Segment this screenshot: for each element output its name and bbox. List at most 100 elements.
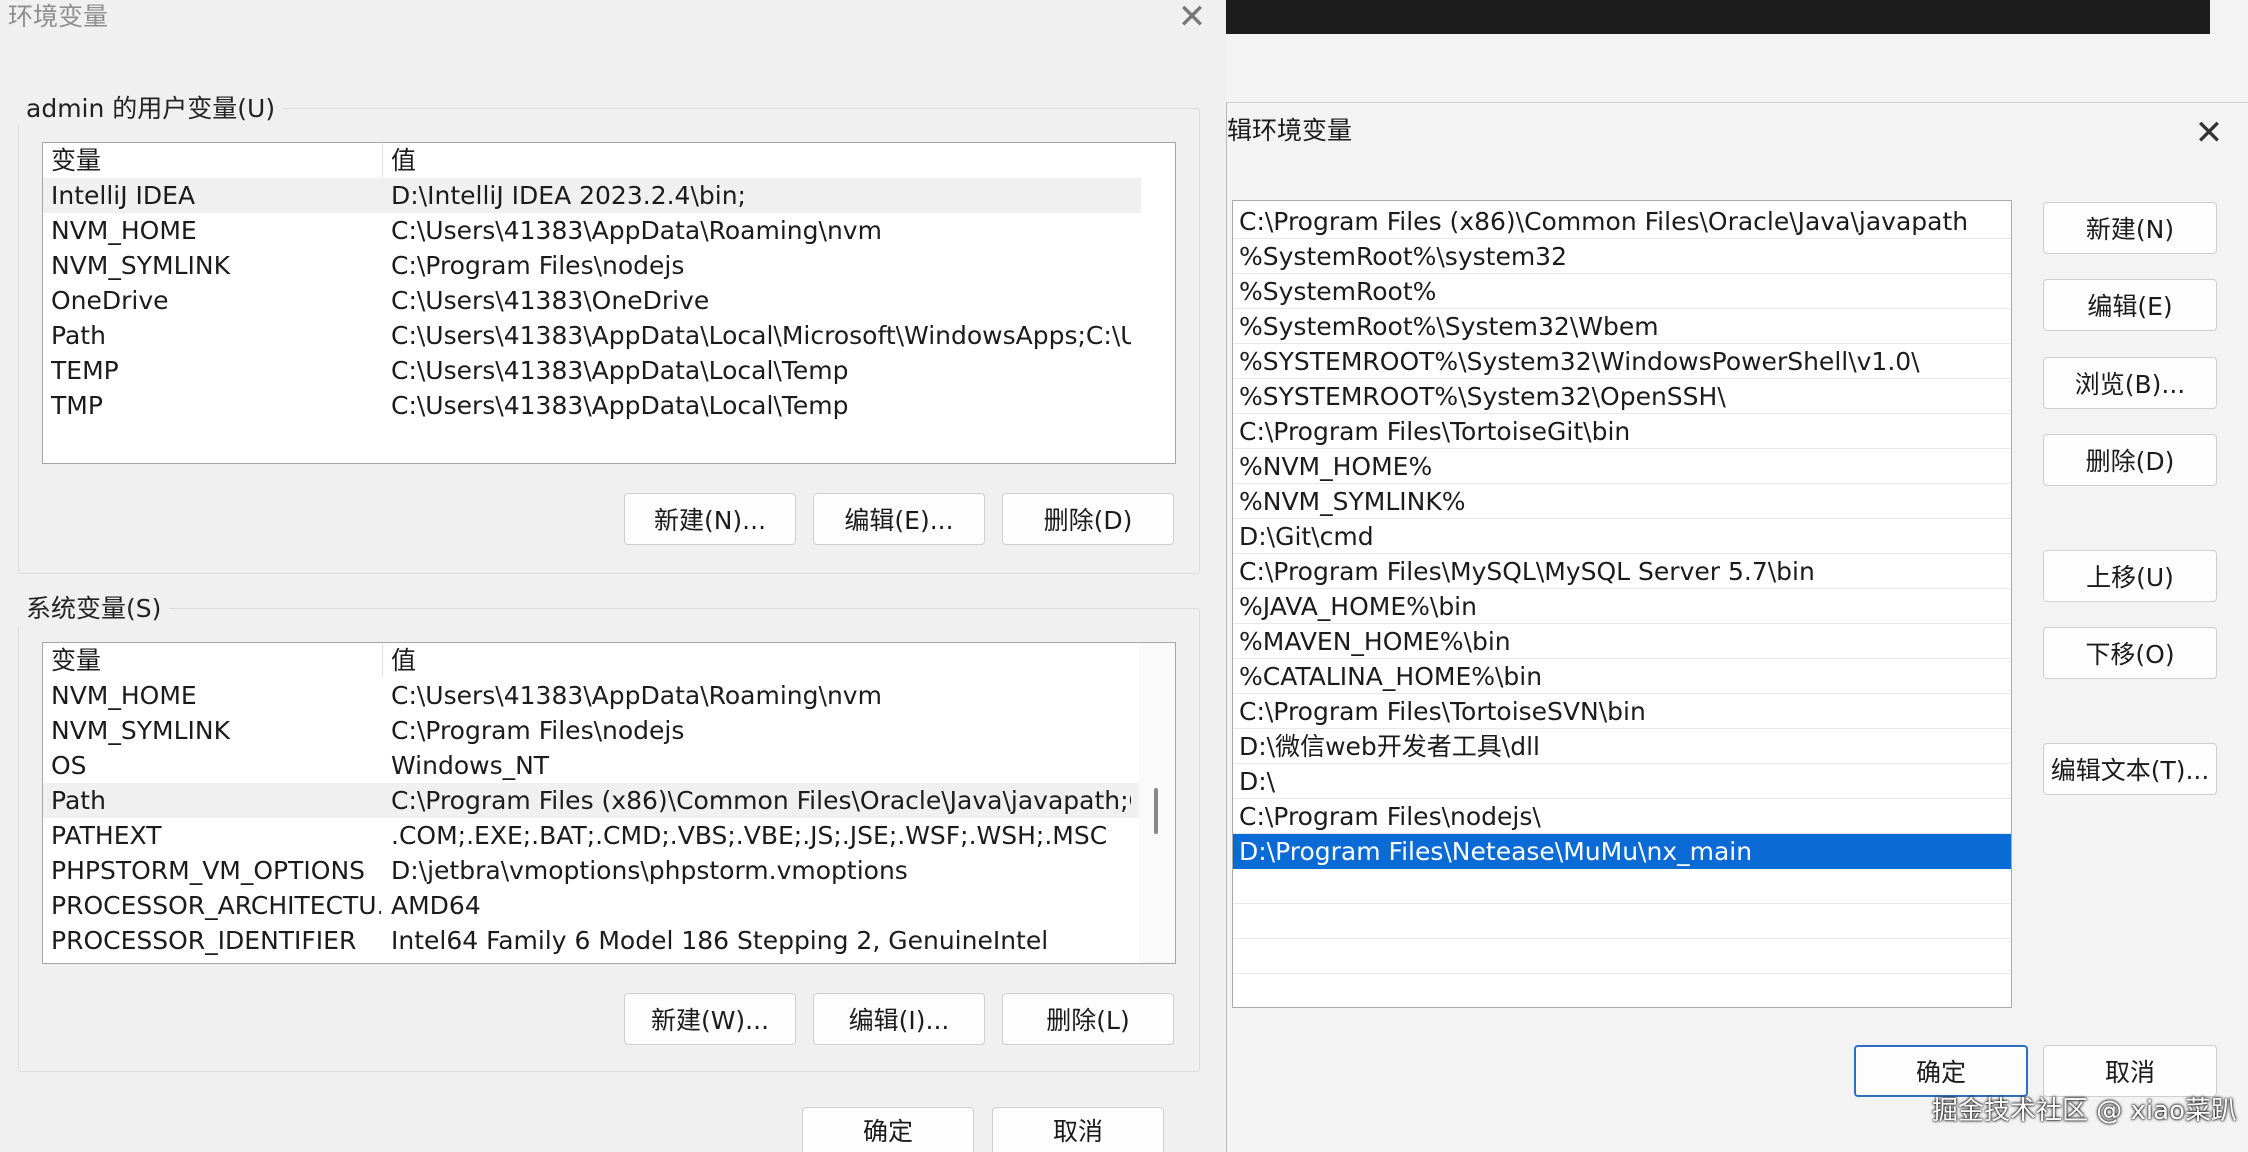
- delete-button[interactable]: 删除(D): [2043, 434, 2217, 486]
- list-item[interactable]: %SystemRoot%\system32: [1233, 239, 2011, 274]
- dialog-title: 辑环境变量: [1227, 116, 1353, 145]
- column-divider[interactable]: [382, 643, 383, 678]
- browse-button[interactable]: 浏览(B)...: [2043, 357, 2217, 409]
- environment-variables-dialog: 环境变量 ✕ admin 的用户变量(U) 变量 值 IntelliJ IDEA…: [0, 0, 1226, 1152]
- column-header-value[interactable]: 值: [391, 643, 1131, 678]
- variable-value: C:\Users\41383\AppData\Local\Microsoft\W…: [391, 321, 1131, 350]
- dialog-title: 环境变量: [8, 2, 109, 31]
- list-item[interactable]: [1233, 869, 2011, 904]
- user-new-button[interactable]: 新建(N)...: [624, 493, 796, 545]
- column-divider[interactable]: [382, 143, 383, 178]
- variable-name: Path: [51, 321, 106, 350]
- list-item[interactable]: D:\Git\cmd: [1233, 519, 2011, 554]
- list-header: 变量 值: [43, 643, 1141, 678]
- scrollbar-thumb[interactable]: [1154, 788, 1158, 834]
- edit-button[interactable]: 编辑(E): [2043, 279, 2217, 331]
- table-row[interactable]: Path C:\Users\41383\AppData\Local\Micros…: [43, 318, 1141, 353]
- ok-button[interactable]: 确定: [802, 1107, 974, 1152]
- close-icon[interactable]: ✕: [1172, 0, 1212, 34]
- column-header-name[interactable]: 变量: [51, 643, 381, 678]
- list-item[interactable]: [1233, 904, 2011, 939]
- list-item[interactable]: %SYSTEMROOT%\System32\WindowsPowerShell\…: [1233, 344, 2011, 379]
- variable-name: IntelliJ IDEA: [51, 181, 196, 210]
- table-row[interactable]: PROCESSOR_IDENTIFIER Intel64 Family 6 Mo…: [43, 923, 1141, 958]
- list-item[interactable]: %NVM_HOME%: [1233, 449, 2011, 484]
- watermark: 掘金技术社区 @ xiao菜趴: [1932, 1096, 2237, 1126]
- list-item[interactable]: %NVM_SYMLINK%: [1233, 484, 2011, 519]
- variable-value: Windows_NT: [391, 751, 550, 780]
- list-item[interactable]: %CATALINA_HOME%\bin: [1233, 659, 2011, 694]
- table-row[interactable]: IntelliJ IDEA D:\IntelliJ IDEA 2023.2.4\…: [43, 178, 1141, 213]
- system-new-button[interactable]: 新建(W)...: [624, 993, 796, 1045]
- user-variables-list[interactable]: 变量 值 IntelliJ IDEA D:\IntelliJ IDEA 2023…: [42, 142, 1176, 464]
- list-item[interactable]: [1233, 939, 2011, 974]
- path-entries-list[interactable]: C:\Program Files (x86)\Common Files\Orac…: [1232, 200, 2012, 1008]
- variable-value: C:\Users\41383\AppData\Local\Temp: [391, 391, 849, 420]
- system-variables-list[interactable]: 变量 值 NVM_HOME C:\Users\41383\AppData\Roa…: [42, 642, 1176, 964]
- system-variables-label: 系统变量(S): [18, 592, 170, 626]
- list-item[interactable]: %SYSTEMROOT%\System32\OpenSSH\: [1233, 379, 2011, 414]
- table-row[interactable]: NVM_HOME C:\Users\41383\AppData\Roaming\…: [43, 678, 1141, 713]
- variable-value: C:\Users\41383\OneDrive: [391, 286, 710, 315]
- variable-value: .COM;.EXE;.BAT;.CMD;.VBS;.VBE;.JS;.JSE;.…: [391, 821, 1108, 850]
- variable-value: D:\jetbra\vmoptions\phpstorm.vmoptions: [391, 856, 908, 885]
- system-delete-button[interactable]: 删除(L): [1002, 993, 1174, 1045]
- variable-value: C:\Program Files\nodejs: [391, 251, 685, 280]
- move-down-button[interactable]: 下移(O): [2043, 627, 2217, 679]
- list-item[interactable]: C:\Program Files\nodejs\: [1233, 799, 2011, 834]
- system-edit-button[interactable]: 编辑(I)...: [813, 993, 985, 1045]
- variable-name: NVM_SYMLINK: [51, 716, 230, 745]
- list-header: 变量 值: [43, 143, 1141, 178]
- list-item[interactable]: %SystemRoot%\System32\Wbem: [1233, 309, 2011, 344]
- table-row[interactable]: OS Windows_NT: [43, 748, 1141, 783]
- user-variables-label: admin 的用户变量(U): [18, 92, 284, 126]
- list-item[interactable]: %MAVEN_HOME%\bin: [1233, 624, 2011, 659]
- variable-name: NVM_HOME: [51, 681, 197, 710]
- table-row[interactable]: Path C:\Program Files (x86)\Common Files…: [43, 783, 1141, 818]
- close-icon[interactable]: ✕: [2187, 111, 2231, 155]
- table-row[interactable]: PATHEXT .COM;.EXE;.BAT;.CMD;.VBS;.VBE;.J…: [43, 818, 1141, 853]
- table-row[interactable]: NVM_SYMLINK C:\Program Files\nodejs: [43, 713, 1141, 748]
- vertical-scrollbar[interactable]: [1139, 643, 1175, 963]
- list-item[interactable]: C:\Program Files (x86)\Common Files\Orac…: [1233, 204, 2011, 239]
- variable-value: C:\Users\41383\AppData\Local\Temp: [391, 356, 849, 385]
- variable-value: C:\Users\41383\AppData\Roaming\nvm: [391, 216, 882, 245]
- column-header-name[interactable]: 变量: [51, 143, 381, 178]
- table-row[interactable]: TMP C:\Users\41383\AppData\Local\Temp: [43, 388, 1141, 423]
- variable-value: C:\Users\41383\AppData\Roaming\nvm: [391, 681, 882, 710]
- list-item[interactable]: C:\Program Files\TortoiseGit\bin: [1233, 414, 2011, 449]
- table-row[interactable]: TEMP C:\Users\41383\AppData\Local\Temp: [43, 353, 1141, 388]
- edit-environment-variable-dialog: 辑环境变量 ✕ C:\Program Files (x86)\Common Fi…: [1226, 102, 2248, 1152]
- variable-value: D:\IntelliJ IDEA 2023.2.4\bin;: [391, 181, 746, 210]
- edit-text-button[interactable]: 编辑文本(T)...: [2043, 743, 2217, 795]
- variable-name: Path: [51, 786, 106, 815]
- variable-value: Intel64 Family 6 Model 186 Stepping 2, G…: [391, 926, 1049, 955]
- variable-value: C:\Program Files (x86)\Common Files\Orac…: [391, 786, 1131, 815]
- move-up-button[interactable]: 上移(U): [2043, 550, 2217, 602]
- variable-name: NVM_SYMLINK: [51, 251, 230, 280]
- list-item[interactable]: D:\微信web开发者工具\dll: [1233, 729, 2011, 764]
- variable-name: PROCESSOR_IDENTIFIER: [51, 926, 357, 955]
- table-row[interactable]: PHPSTORM_VM_OPTIONS D:\jetbra\vmoptions\…: [43, 853, 1141, 888]
- table-row[interactable]: NVM_SYMLINK C:\Program Files\nodejs: [43, 248, 1141, 283]
- list-item[interactable]: %JAVA_HOME%\bin: [1233, 589, 2011, 624]
- variable-name: TEMP: [51, 356, 119, 385]
- variable-name: OneDrive: [51, 286, 169, 315]
- user-edit-button[interactable]: 编辑(E)...: [813, 493, 985, 545]
- list-item[interactable]: %SystemRoot%: [1233, 274, 2011, 309]
- new-button[interactable]: 新建(N): [2043, 202, 2217, 254]
- table-row[interactable]: PROCESSOR_ARCHITECTU... AMD64: [43, 888, 1141, 923]
- list-item[interactable]: C:\Program Files\TortoiseSVN\bin: [1233, 694, 2011, 729]
- list-item-selected[interactable]: D:\Program Files\Netease\MuMu\nx_main: [1233, 834, 2011, 869]
- cancel-button[interactable]: 取消: [992, 1107, 1164, 1152]
- list-item[interactable]: D:\: [1233, 764, 2011, 799]
- variable-name: PATHEXT: [51, 821, 162, 850]
- user-delete-button[interactable]: 删除(D): [1002, 493, 1174, 545]
- variable-value: C:\Program Files\nodejs: [391, 716, 685, 745]
- table-row[interactable]: OneDrive C:\Users\41383\OneDrive: [43, 283, 1141, 318]
- column-header-value[interactable]: 值: [391, 143, 1131, 178]
- table-row[interactable]: NVM_HOME C:\Users\41383\AppData\Roaming\…: [43, 213, 1141, 248]
- variable-value: AMD64: [391, 891, 481, 920]
- background-window-bar: [1226, 0, 2210, 34]
- list-item[interactable]: C:\Program Files\MySQL\MySQL Server 5.7\…: [1233, 554, 2011, 589]
